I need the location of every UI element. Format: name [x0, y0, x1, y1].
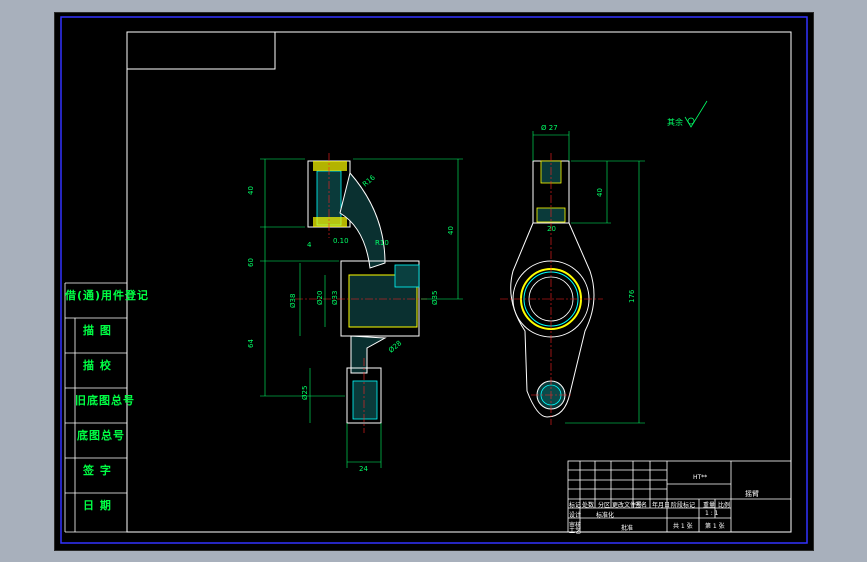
front-view: 40 R16 60 64 4 0.10 R10 Ø38 Ø20 Ø33 Ø35 … — [247, 153, 463, 473]
side-panel-title: 借(通)用件登记 — [65, 289, 150, 302]
surface-finish-note: 其余 — [667, 118, 683, 127]
role-design: 设计 — [569, 512, 582, 519]
role-standard: 标准化 — [596, 512, 615, 519]
sheet-number: 第 1 张 — [705, 523, 725, 530]
dim-60: 60 — [247, 258, 255, 267]
dim-d27: Ø 27 — [541, 124, 558, 132]
role-weight: 重量 — [703, 502, 716, 509]
surface-finish-symbol — [684, 100, 708, 128]
side-row-3: 旧底图总号 — [75, 394, 135, 407]
dim-20: 20 — [547, 225, 556, 233]
side-view: Ø 27 20 40 176 — [500, 124, 645, 425]
dim-010: 0.10 — [333, 237, 349, 245]
drawing-border — [126, 31, 792, 533]
dim-d20: Ø20 — [316, 291, 324, 305]
role-approve: 批准 — [621, 525, 634, 532]
dim-40-right: 40 — [447, 226, 455, 235]
header-date: 年月日 — [652, 502, 671, 509]
role-process: 工艺 — [569, 528, 582, 535]
cad-drawing: 40 R16 60 64 4 0.10 R10 Ø38 Ø20 Ø33 Ø35 … — [60, 16, 808, 544]
dim-d35: Ø35 — [431, 291, 439, 305]
dim-40-top: 40 — [247, 186, 255, 195]
header-sign: 签名 — [635, 502, 648, 509]
side-row-4: 底图总号 — [77, 429, 125, 442]
dim-24: 24 — [359, 465, 368, 473]
part-name: 摇臂 — [745, 490, 759, 498]
header-mark: 标记 — [569, 502, 582, 509]
dim-d33: Ø33 — [331, 291, 339, 305]
dim-r10: R10 — [375, 239, 389, 247]
dim-r16: R16 — [361, 173, 377, 188]
dim-d25: Ø25 — [301, 386, 309, 400]
dim-d28: Ø28 — [387, 339, 403, 354]
sheet-total: 共 1 张 — [673, 523, 693, 530]
code-box — [126, 31, 276, 70]
dim-40-side: 40 — [596, 188, 604, 197]
side-row-2: 描 校 — [83, 359, 112, 372]
role-stage: 阶段标记 — [671, 502, 696, 509]
material-label: HT** — [693, 474, 708, 481]
dim-d38: Ø38 — [289, 294, 297, 308]
header-count: 处数 — [582, 502, 595, 509]
dim-176: 176 — [628, 289, 636, 303]
side-row-5: 签 字 — [83, 464, 112, 477]
dim-64: 64 — [247, 339, 255, 348]
drawing-viewport[interactable]: 40 R16 60 64 4 0.10 R10 Ø38 Ø20 Ø33 Ø35 … — [54, 12, 814, 551]
side-row-1: 描 图 — [83, 324, 112, 337]
side-row-6: 日 期 — [83, 499, 112, 512]
scale-value: 1 : 1 — [705, 510, 719, 517]
blue-frame — [60, 16, 808, 544]
header-zone: 分区 — [598, 502, 611, 509]
dim-4: 4 — [307, 241, 312, 249]
role-scale: 比例 — [718, 502, 731, 509]
